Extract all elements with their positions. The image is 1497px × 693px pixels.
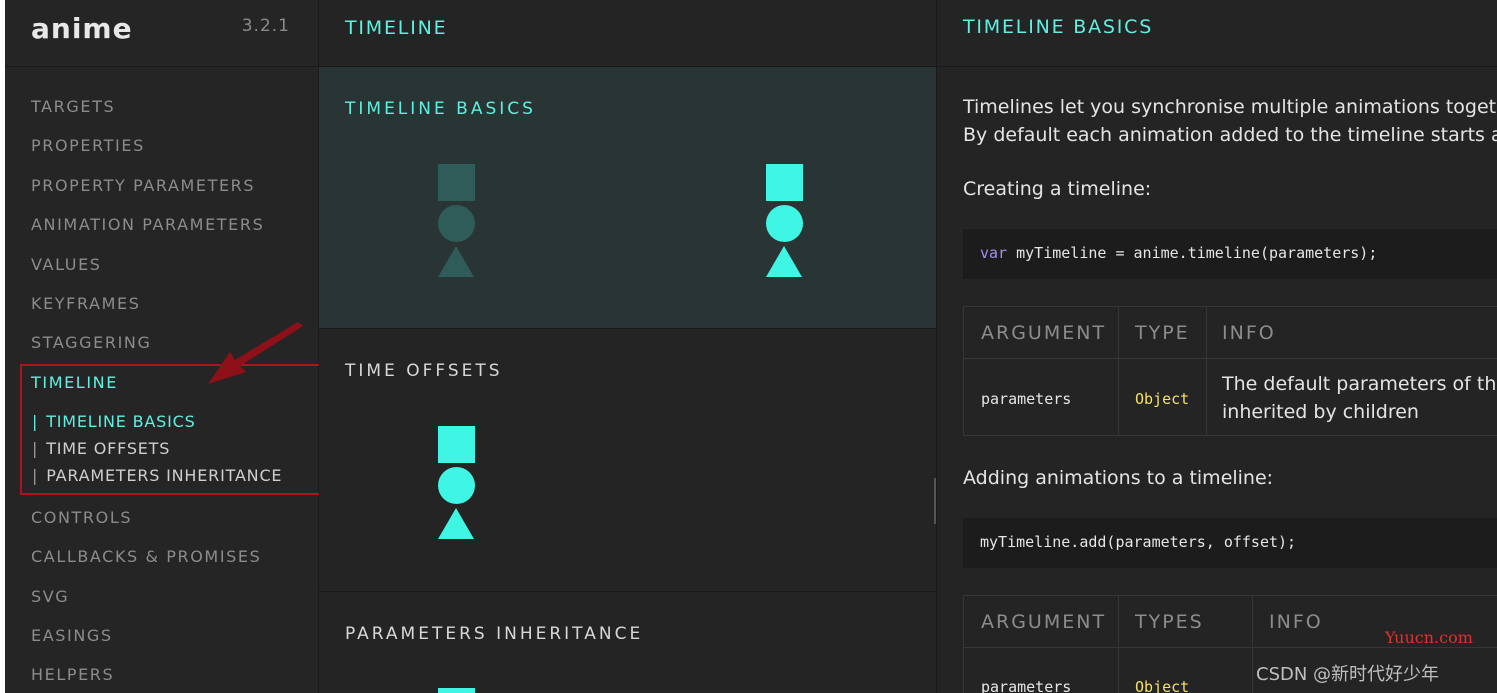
table-header-info: INFO (1222, 322, 1276, 344)
version-label: 3.2.1 (241, 16, 290, 36)
sidebar-item-properties[interactable]: PROPERTIES (31, 136, 145, 155)
square-shape (438, 426, 475, 463)
arguments-table-create: ARGUMENT TYPE INFO parameters Object The… (963, 306, 1497, 436)
sidebar-item-callbacks-promises[interactable]: CALLBACKS & PROMISES (31, 547, 261, 566)
creating-timeline-label: Creating a timeline: (963, 178, 1152, 200)
table-header-argument: ARGUMENT (981, 322, 1107, 344)
demo-title: TIME OFFSETS (345, 361, 503, 381)
scrollbar-thumb[interactable] (934, 478, 936, 524)
table-divider (1118, 596, 1119, 693)
circle-shape-end (766, 205, 803, 242)
triangle-shape (438, 508, 474, 539)
table-cell-info-line-2: inherited by children (1222, 401, 1419, 423)
triangle-shape-start (438, 246, 474, 277)
code-text: myTimeline = anime.timeline(parameters); (1007, 244, 1378, 262)
sidebar-header: anime 3.2.1 (5, 0, 318, 67)
sidebar-item-helpers[interactable]: HELPERS (31, 665, 114, 684)
circle-shape (438, 467, 475, 504)
code-keyword: var (980, 244, 1008, 262)
watermark-yuucn: Yuucn.com (1385, 628, 1473, 647)
docs-title: TIMELINE BASICS (963, 16, 1154, 38)
square-shape (438, 688, 475, 693)
table-divider (964, 358, 1497, 359)
code-block-create: var myTimeline = anime.timeline(paramete… (963, 229, 1497, 279)
square-shape-end (766, 164, 803, 201)
sidebar-item-animation-parameters[interactable]: ANIMATION PARAMETERS (31, 215, 264, 234)
triangle-shape-end (766, 246, 802, 277)
sidebar-item-controls[interactable]: CONTROLS (31, 508, 132, 527)
table-cell-type: Object (1135, 390, 1190, 408)
section-title: TIMELINE (345, 17, 448, 39)
demo-title: PARAMETERS INHERITANCE (345, 624, 644, 644)
table-header-info: INFO (1269, 611, 1323, 633)
sidebar-item-property-parameters[interactable]: PROPERTY PARAMETERS (31, 176, 255, 195)
anime-logo[interactable]: anime (31, 11, 133, 47)
docs-column: TIMELINE BASICS Timelines let you synchr… (937, 0, 1497, 693)
code-block-add: myTimeline.add(parameters, offset); (963, 518, 1497, 568)
table-divider (964, 647, 1497, 648)
sidebar-item-targets[interactable]: TARGETS (31, 97, 115, 116)
intro-text-line-1: Timelines let you synchronise multiple a… (963, 96, 1497, 118)
table-header-argument: ARGUMENT (981, 611, 1107, 633)
annotation-arrow-icon (208, 322, 303, 384)
demo-parameters-inheritance[interactable]: PARAMETERS INHERITANCE (319, 592, 936, 693)
table-cell-argument: parameters (981, 678, 1072, 693)
demo-time-offsets[interactable]: TIME OFFSETS (319, 329, 936, 592)
circle-shape-start (438, 205, 475, 242)
sidebar-item-svg[interactable]: SVG (31, 587, 69, 606)
demo-column: TIMELINE TIMELINE BASICS TIME OFFSETS PA… (319, 0, 937, 693)
docs-header: TIMELINE BASICS (937, 0, 1497, 67)
demo-title: TIMELINE BASICS (345, 99, 536, 119)
sidebar-item-staggering[interactable]: STAGGERING (31, 333, 151, 352)
intro-text-line-2: By default each animation added to the t… (963, 124, 1497, 146)
table-divider (1252, 596, 1253, 693)
watermark-csdn: CSDN @新时代好少年 (1256, 664, 1440, 685)
adding-animations-label: Adding animations to a timeline: (963, 467, 1274, 489)
sidebar-item-easings[interactable]: EASINGS (31, 626, 113, 645)
table-header-type: TYPE (1135, 322, 1190, 344)
square-shape-start (438, 164, 475, 201)
table-divider (1118, 307, 1119, 435)
sidebar-item-keyframes[interactable]: KEYFRAMES (31, 294, 140, 313)
table-header-types: TYPES (1135, 611, 1204, 633)
demo-column-header: TIMELINE (319, 0, 936, 67)
table-cell-type: Object (1135, 678, 1190, 693)
demo-timeline-basics[interactable]: TIMELINE BASICS (319, 67, 936, 329)
sidebar-item-values[interactable]: VALUES (31, 255, 102, 274)
table-cell-info-line-1: The default parameters of th (1222, 373, 1497, 395)
table-divider (1206, 307, 1207, 435)
table-cell-argument: parameters (981, 390, 1072, 408)
